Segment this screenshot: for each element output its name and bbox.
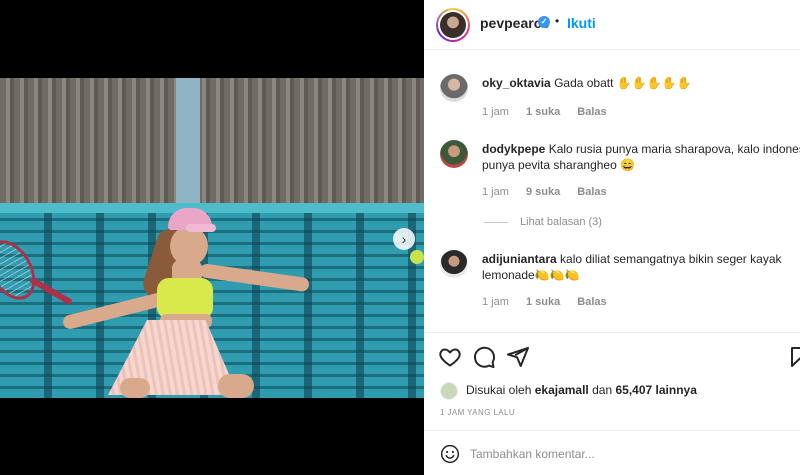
post-photo[interactable]: ›: [0, 78, 424, 398]
likes-conjunction: dan: [592, 383, 613, 397]
comment-meta: 1 jam 1 suka Balas: [482, 296, 621, 308]
post-action-bar: [424, 332, 800, 380]
view-replies-label: Lihat balasan (3): [520, 216, 602, 228]
post-timestamp[interactable]: 1 JAM YANG LALU: [440, 408, 515, 417]
comment-body: Kalo rusia punya maria sharapova, kalo i…: [548, 142, 800, 156]
comment-username[interactable]: oky_oktavia: [482, 76, 551, 90]
comment-avatar[interactable]: [440, 250, 468, 278]
heart-icon[interactable]: [438, 345, 462, 369]
comment-time: 1 jam: [482, 186, 509, 198]
comment-avatar[interactable]: [440, 74, 468, 102]
share-icon[interactable]: [506, 345, 530, 369]
verified-badge-icon: ✓: [538, 16, 550, 28]
comment-time: 1 jam: [482, 106, 509, 118]
photo-player-top: [157, 278, 213, 318]
likes-text: Disukai oleh ekajamall dan 65,407 lainny…: [466, 383, 697, 397]
emoji-icon[interactable]: [440, 444, 460, 464]
comment-reply-button[interactable]: Balas: [577, 186, 606, 198]
comment-body: kalo diliat semangatnya bikin seger kaya…: [560, 252, 782, 266]
next-photo-button[interactable]: ›: [393, 228, 415, 250]
likes-prefix: Disukai oleh: [466, 383, 532, 397]
comment-body: Gada obatt ✋✋✋✋✋: [554, 76, 692, 90]
comment-likes[interactable]: 9 suka: [526, 186, 560, 198]
post-photo-pane: ›: [0, 0, 424, 475]
photo-player-left-leg: [120, 378, 150, 398]
comment-likes[interactable]: 1 suka: [526, 296, 560, 308]
comment-text-line2: lemonade🍋🍋🍋: [482, 268, 580, 282]
comment-icon[interactable]: [472, 345, 496, 369]
post-header: pevpearce ✓ • Ikuti: [424, 0, 800, 50]
comment-text: oky_oktavia Gada obatt ✋✋✋✋✋: [482, 74, 691, 92]
first-liker-link[interactable]: ekajamall: [535, 383, 589, 397]
likes-count-link[interactable]: 65,407 lainnya: [615, 383, 696, 397]
header-separator: •: [555, 14, 560, 28]
liker-avatar[interactable]: [440, 382, 458, 400]
follow-button[interactable]: Ikuti: [567, 15, 596, 31]
comment-username[interactable]: adijuniantara: [482, 252, 557, 266]
view-replies-button[interactable]: Lihat balasan (3): [484, 216, 602, 228]
photo-tennis-ball: [410, 250, 424, 264]
comment-meta: 1 jam 1 suka Balas: [482, 106, 621, 118]
comment-avatar[interactable]: [440, 140, 468, 168]
replies-divider: [484, 221, 508, 223]
comment-likes[interactable]: 1 suka: [526, 106, 560, 118]
comment-time: 1 jam: [482, 296, 509, 308]
comment-text-line2: punya pevita sharangheo 😄: [482, 158, 636, 172]
photo-cap-brim: [186, 224, 216, 232]
comment-username[interactable]: dodykpepe: [482, 142, 545, 156]
photo-background-wall: [0, 78, 424, 203]
add-comment-bar: [424, 430, 800, 475]
bookmark-icon[interactable]: [788, 345, 800, 369]
comment-reply-button[interactable]: Balas: [577, 106, 606, 118]
comment-input[interactable]: [470, 443, 770, 465]
comment-meta: 1 jam 9 suka Balas: [482, 186, 621, 198]
comment-reply-button[interactable]: Balas: [577, 296, 606, 308]
photo-player-right-leg: [218, 374, 254, 398]
author-avatar[interactable]: [436, 8, 470, 42]
post-side-panel: pevpearce ✓ • Ikuti oky_oktavia Gada oba…: [424, 0, 800, 475]
